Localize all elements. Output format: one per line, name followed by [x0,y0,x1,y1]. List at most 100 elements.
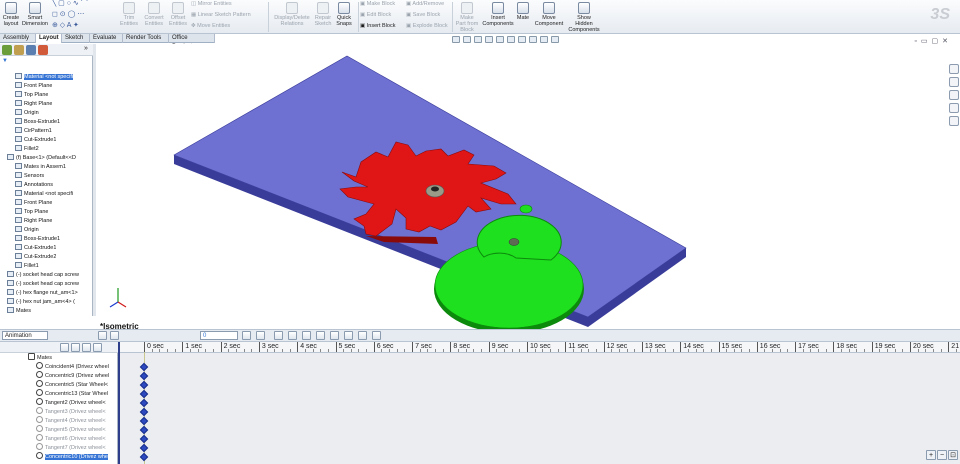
add-remove-button[interactable]: ▣ Add/Remove [406,1,444,7]
previous-view-icon[interactable] [474,36,482,43]
tree-item[interactable]: Boss-Extrude1 [15,118,60,127]
feature-manager-icon[interactable] [2,45,12,55]
filter-icon[interactable]: ▼ [2,58,8,64]
tree-item[interactable]: (-) hex nut jam_am<4> ( [7,298,75,307]
tree-item[interactable]: (-) socket head cap screw [7,271,79,280]
save-block-button[interactable]: ▣ Save Block [406,12,440,18]
quick-snaps-button[interactable]: Quick Snaps [334,2,354,27]
filter-driving-icon[interactable] [71,343,80,352]
smart-dimension-button[interactable]: Smart Dimension [22,2,48,27]
convert-entities-button[interactable]: Convert Entities [142,2,166,27]
section-view-icon[interactable] [485,36,493,43]
hide-show-items-icon[interactable] [518,36,526,43]
play-from-start-icon[interactable] [110,331,119,340]
tree-item[interactable]: Cut-Extrude1 [15,136,56,145]
tab-sketch[interactable]: Sketch [62,34,90,43]
tree-item[interactable]: Cut-Extrude1 [15,244,56,253]
expand-panel-icon[interactable]: » [84,45,88,52]
tree-item[interactable]: (f) Base<1> (Default<<D [7,154,76,163]
filter-selected-icon[interactable] [82,343,91,352]
zoom-out-icon[interactable]: − [937,450,947,460]
timeline-area[interactable] [118,342,960,464]
playback-mode-icon[interactable] [242,331,251,340]
zoom-area-icon[interactable] [463,36,471,43]
animation-wizard-icon[interactable] [274,331,283,340]
save-animation-icon[interactable] [256,331,265,340]
resources-icon[interactable] [949,64,959,74]
mate-item[interactable]: Concentric5 (Star Wheel< [36,380,118,389]
tree-item[interactable]: Cut-Extrude2 [15,253,56,262]
repair-sketch-button[interactable]: Repair Sketch [312,2,334,27]
display-manager-icon[interactable] [38,45,48,55]
tab-office-products[interactable]: Office Products [169,34,215,50]
move-component-button[interactable]: Move Component [534,2,564,27]
tree-item[interactable]: Right Plane [15,100,52,109]
mirror-entities-button[interactable]: ◫ Mirror Entities [191,1,232,7]
tree-item[interactable]: (-) hex flange nut_am<1> [7,289,78,298]
mate-item[interactable]: Concentric13 (Star Wheel [36,389,118,398]
tab-evaluate[interactable]: Evaluate [90,34,123,43]
sketch-tools-circle-icon[interactable]: ◻ ⊙ ◯ ⋯ [52,11,84,19]
mate-item[interactable]: Concentric10 (Drivez whe [36,452,118,461]
property-manager-icon[interactable] [14,45,24,55]
insert-block-button[interactable]: ▣ Insert Block [360,23,395,29]
tree-item[interactable]: Mates [7,307,31,316]
playback-speed-select[interactable]: 0 [200,331,238,340]
display-style-icon[interactable] [507,36,515,43]
custom-properties-icon[interactable] [949,116,959,126]
edit-block-button[interactable]: ▣ Edit Block [360,12,391,18]
tree-item[interactable]: Mates in Assem1 [15,163,66,172]
mate-item[interactable]: Tangent3 (Drivez wheel< [36,407,118,416]
filter-animated-icon[interactable] [60,343,69,352]
trim-entities-button[interactable]: Trim Entities [118,2,140,27]
zoom-fit-icon[interactable]: ⊡ [948,450,958,460]
zoom-to-fit-icon[interactable] [452,36,460,43]
make-block-button[interactable]: ▣ Make Block [360,1,395,7]
tree-item[interactable]: CirPattern1 [15,127,52,136]
results-and-plots-icon[interactable] [372,331,381,340]
contact-icon[interactable] [344,331,353,340]
zoom-in-icon[interactable]: + [926,450,936,460]
tree-item[interactable]: Boss-Extrude1 [15,235,60,244]
filter-results-icon[interactable] [93,343,102,352]
design-library-icon[interactable] [949,77,959,87]
study-type-select[interactable]: Animation [2,331,48,340]
calculate-icon[interactable] [98,331,107,340]
spring-icon[interactable] [330,331,339,340]
tree-item[interactable]: Top Plane [15,91,48,100]
tree-item[interactable]: Origin [15,109,39,118]
edit-appearance-icon[interactable] [529,36,537,43]
gravity-icon[interactable] [358,331,367,340]
mate-item[interactable]: Tangent5 (Drivez wheel< [36,425,118,434]
explode-block-button[interactable]: ▣ Explode Block [406,23,448,29]
move-entities-button[interactable]: ✥ Move Entities [191,23,230,29]
tree-item[interactable]: Material <not specifi [15,73,74,82]
create-layout-button[interactable]: Create layout [2,2,20,27]
sketch-tools-point-icon[interactable]: ⊕ ◇ A ✦ [52,22,79,30]
mate-item[interactable]: Coincident4 (Drivez wheel [36,362,118,371]
tree-item[interactable]: Origin [15,226,39,235]
offset-entities-button[interactable]: Offset Entities [168,2,188,27]
motor-icon[interactable] [316,331,325,340]
tree-item[interactable]: Fillet1 [15,262,39,271]
file-explorer-icon[interactable] [949,90,959,100]
tree-item[interactable]: Top Plane [15,208,48,217]
mate-item[interactable]: Tangent2 (Drivez wheel< [36,398,118,407]
tab-layout[interactable]: Layout [36,34,62,43]
mate-item[interactable]: Tangent7 (Drivez wheel< [36,443,118,452]
autokey-icon[interactable] [288,331,297,340]
tree-item[interactable]: Material <not specifi [15,190,73,199]
make-part-from-block-button[interactable]: Make Part from Block [454,2,480,33]
linear-sketch-pattern-button[interactable]: ▦ Linear Sketch Pattern [191,12,251,18]
tree-item[interactable]: Sensors [15,172,44,181]
tree-item[interactable]: Fillet2 [15,145,39,154]
sketch-tools-line-icon[interactable]: ╲ ▢ ○ ∿ ⌒ [52,0,88,8]
display-delete-relations-button[interactable]: Display/Delete Relations [272,2,312,27]
insert-components-button[interactable]: Insert Components [482,2,514,27]
configuration-manager-icon[interactable] [26,45,36,55]
show-hidden-components-button[interactable]: Show Hidden Components [567,2,601,33]
view-orientation-icon[interactable] [496,36,504,43]
tab-assembly[interactable]: Assembly [0,34,36,43]
mate-button[interactable]: Mate [514,2,532,21]
view-settings-icon[interactable] [551,36,559,43]
